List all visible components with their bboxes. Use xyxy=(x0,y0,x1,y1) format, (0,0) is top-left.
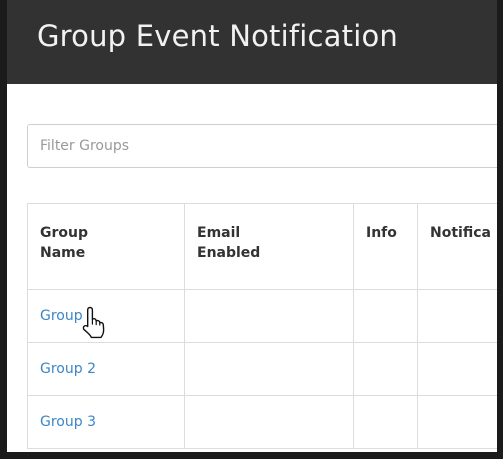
email-enabled-cell xyxy=(184,342,354,396)
filter-groups-input[interactable] xyxy=(27,124,497,168)
column-header-label: Enabled xyxy=(197,245,261,261)
table-row: Group 2 xyxy=(27,342,503,396)
column-header-info[interactable]: Info xyxy=(353,203,418,290)
notification-panel: Group Event Notification Group Name Emai… xyxy=(7,0,503,452)
column-header-label: Group xyxy=(40,225,89,241)
column-header-email-enabled[interactable]: Email Enabled xyxy=(184,203,354,290)
group-name-cell: Group 3 xyxy=(27,395,185,449)
column-header-label: Notifica xyxy=(430,225,491,241)
table-row: Group 3 xyxy=(27,395,503,449)
group-name-cell: Group 2 xyxy=(27,342,185,396)
window-right-edge xyxy=(497,0,503,452)
group-link[interactable]: Group 3 xyxy=(40,414,96,430)
column-header-group-name[interactable]: Group Name xyxy=(27,203,185,290)
groups-table: Group Name Email Enabled Info Notifica G… xyxy=(27,203,503,449)
panel-header: Group Event Notification xyxy=(7,0,503,84)
column-header-notifications[interactable]: Notifica xyxy=(417,203,503,290)
group-link[interactable]: Group 2 xyxy=(40,361,96,377)
column-header-label: Info xyxy=(366,225,397,241)
email-enabled-cell xyxy=(184,289,354,343)
page-title: Group Event Notification xyxy=(37,19,398,53)
notifications-cell xyxy=(417,289,503,343)
notifications-cell xyxy=(417,395,503,449)
window-left-edge xyxy=(0,0,7,459)
info-cell xyxy=(353,342,418,396)
table-row: Group 1 xyxy=(27,289,503,343)
column-header-label: Name xyxy=(40,245,86,261)
app-frame: Group Event Notification Group Name Emai… xyxy=(0,0,503,459)
email-enabled-cell xyxy=(184,395,354,449)
table-header-row: Group Name Email Enabled Info Notifica xyxy=(27,203,503,290)
column-header-label: Email xyxy=(197,225,241,241)
group-name-cell: Group 1 xyxy=(27,289,185,343)
info-cell xyxy=(353,395,418,449)
group-link[interactable]: Group 1 xyxy=(40,308,96,324)
notifications-cell xyxy=(417,342,503,396)
info-cell xyxy=(353,289,418,343)
window-bottom-edge xyxy=(0,452,503,459)
